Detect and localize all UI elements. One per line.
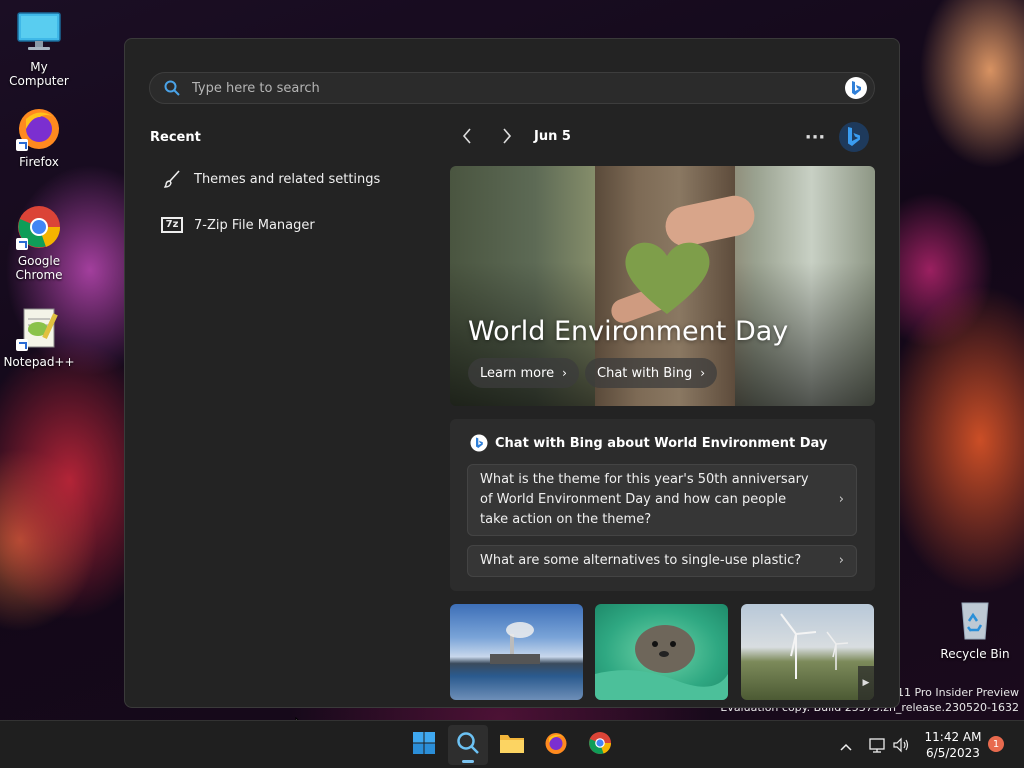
bing-chat-heading-text: Chat with Bing about World Environment D…: [495, 435, 828, 451]
firefox-taskbar-button[interactable]: [536, 725, 576, 765]
taskbar: 11:42 AM 6/5/2023: [0, 720, 1024, 768]
show-hidden-icons-button[interactable]: [834, 721, 858, 768]
learn-more-label: Learn more: [480, 365, 555, 381]
news-thumbnail-power-plant[interactable]: [450, 604, 583, 700]
hero-card[interactable]: World Environment Day Learn more › Chat …: [450, 166, 875, 406]
bing-chat-heading: Chat with Bing about World Environment D…: [470, 434, 827, 452]
notification-badge[interactable]: 1: [988, 736, 1004, 752]
search-input[interactable]: [192, 73, 832, 103]
desktop-icon-google-chrome[interactable]: Google Chrome: [0, 204, 78, 282]
hero-title: World Environment Day: [468, 316, 789, 347]
desktop-icon-recycle-bin[interactable]: Recycle Bin: [936, 597, 1014, 661]
chevron-up-icon: [840, 736, 852, 755]
firefox-icon: [544, 731, 568, 759]
firefox-icon: [16, 105, 62, 151]
clock-date: 6/5/2023: [926, 746, 980, 760]
previous-day-button[interactable]: [453, 124, 481, 152]
search-panel: Recent Themes and related settings 7z 7-…: [124, 38, 900, 708]
power-plant-image: [490, 622, 540, 664]
next-day-button[interactable]: [493, 124, 521, 152]
wind-turbine-image: [780, 613, 849, 679]
7zip-icon: 7z: [150, 217, 194, 233]
chevron-right-icon: ›: [700, 366, 706, 380]
recent-title: Recent: [150, 130, 201, 145]
learn-more-button[interactable]: Learn more ›: [468, 358, 579, 388]
bing-icon: [470, 434, 488, 452]
search-icon: [456, 731, 480, 759]
clock-time: 11:42 AM: [924, 730, 982, 744]
desktop-icon-label: Google Chrome: [15, 254, 63, 282]
chrome-taskbar-button[interactable]: [580, 725, 620, 765]
desktop-icon-label: Notepad++: [3, 355, 75, 369]
chat-question-text: What is the theme for this year's 50th a…: [480, 472, 809, 527]
chat-with-bing-button[interactable]: Chat with Bing ›: [585, 358, 718, 388]
desktop-icon-label: My Computer: [9, 60, 69, 88]
desktop-icon-label: Firefox: [19, 155, 59, 169]
network-icon[interactable]: [866, 721, 888, 768]
recent-item-label: Themes and related settings: [194, 171, 381, 187]
bing-icon[interactable]: [844, 76, 868, 104]
bing-logo-icon[interactable]: [838, 121, 870, 157]
bing-chat-card: Chat with Bing about World Environment D…: [450, 419, 875, 591]
news-thumbnail-wind-turbines[interactable]: ▶: [741, 604, 874, 700]
taskbar-search-button[interactable]: [448, 725, 488, 765]
chevron-right-icon: ›: [838, 553, 844, 568]
clock-button[interactable]: 11:42 AM 6/5/2023: [918, 729, 988, 761]
recent-item-themes[interactable]: Themes and related settings: [150, 161, 410, 197]
recycle-bin-icon: [952, 597, 998, 643]
shortcut-arrow-icon: [16, 139, 28, 151]
search-icon: [164, 80, 180, 100]
chrome-icon: [588, 731, 612, 759]
chevron-right-icon: ›: [562, 366, 567, 380]
chevron-right-icon: ›: [838, 492, 844, 507]
chrome-icon: [16, 204, 62, 250]
recent-item-7zip[interactable]: 7z 7-Zip File Manager: [150, 207, 410, 243]
recent-item-label: 7-Zip File Manager: [194, 217, 315, 233]
chevron-left-icon: [462, 127, 472, 149]
desktop-icon-notepad-plus-plus[interactable]: Notepad++: [0, 305, 78, 369]
volume-icon[interactable]: [890, 721, 912, 768]
desktop-icon-my-computer[interactable]: My Computer: [0, 10, 78, 88]
shortcut-arrow-icon: [16, 238, 28, 250]
7zip-icon-text: 7z: [161, 217, 183, 233]
build-watermark-line1: s 11 Pro Insider Preview: [887, 686, 1019, 699]
seal-image: [595, 625, 728, 700]
heart-moss-image: [625, 242, 710, 314]
notepad-plus-plus-icon: [16, 305, 62, 351]
chat-question-1[interactable]: What is the theme for this year's 50th a…: [467, 464, 857, 536]
file-explorer-button[interactable]: [492, 725, 532, 765]
feed-date: Jun 5: [534, 129, 571, 144]
scroll-right-icon[interactable]: ▶: [858, 666, 874, 700]
chat-with-bing-label: Chat with Bing: [597, 365, 693, 381]
shortcut-arrow-icon: [16, 339, 28, 351]
desktop-icon-firefox[interactable]: Firefox: [0, 105, 78, 169]
desktop-icon-label: Recycle Bin: [940, 647, 1010, 661]
folder-icon: [499, 732, 525, 758]
chevron-right-icon: [502, 127, 512, 149]
search-box[interactable]: [149, 72, 875, 104]
more-options-button[interactable]: ···: [801, 123, 829, 151]
monitor-icon: [16, 10, 62, 56]
chat-question-text: What are some alternatives to single-use…: [480, 553, 802, 568]
news-thumbnail-seal[interactable]: [595, 604, 728, 700]
windows-logo-icon: [412, 731, 436, 759]
chat-question-2[interactable]: What are some alternatives to single-use…: [467, 545, 857, 577]
paintbrush-icon: [150, 169, 194, 189]
start-button[interactable]: [404, 725, 444, 765]
